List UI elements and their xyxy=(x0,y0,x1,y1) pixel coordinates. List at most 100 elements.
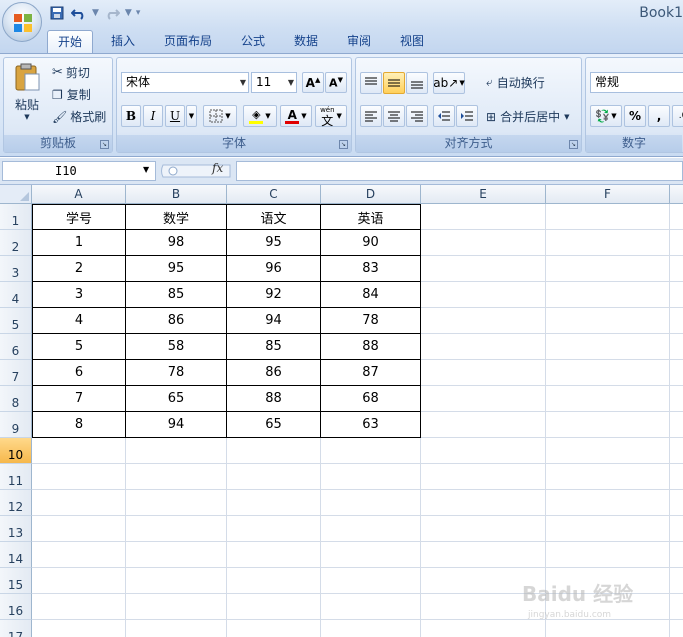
copy-button[interactable]: ❐ 复制 xyxy=(52,86,91,103)
row-header-13[interactable]: 13 xyxy=(0,516,32,542)
cell-filler[interactable] xyxy=(670,516,683,542)
tab-review[interactable]: 审阅 xyxy=(337,30,381,53)
align-center-button[interactable] xyxy=(383,105,405,127)
row-header-11[interactable]: 11 xyxy=(0,464,32,490)
cell-c17[interactable] xyxy=(227,620,321,637)
cell-d1[interactable]: 英语 xyxy=(321,204,421,230)
font-name-combo[interactable]: 宋体 ▼ xyxy=(121,72,249,93)
cell-f9[interactable] xyxy=(546,412,670,438)
cell-e11[interactable] xyxy=(421,464,546,490)
cell-f13[interactable] xyxy=(546,516,670,542)
bold-button[interactable]: B xyxy=(121,105,141,127)
cell-c8[interactable]: 88 xyxy=(227,386,321,412)
row-header-14[interactable]: 14 xyxy=(0,542,32,568)
cell-filler[interactable] xyxy=(670,334,683,360)
cell-e3[interactable] xyxy=(421,256,546,282)
row-header-4[interactable]: 4 xyxy=(0,282,32,308)
cell-f14[interactable] xyxy=(546,542,670,568)
row-header-5[interactable]: 5 xyxy=(0,308,32,334)
italic-button[interactable]: I xyxy=(143,105,163,127)
cell-b9[interactable]: 94 xyxy=(126,412,227,438)
cell-d2[interactable]: 90 xyxy=(321,230,421,256)
font-size-combo[interactable]: 11 ▼ xyxy=(251,72,297,93)
accounting-format-button[interactable]: 💱 ▼ xyxy=(590,105,622,127)
cell-e10[interactable] xyxy=(421,438,546,464)
column-header-b[interactable]: B xyxy=(126,185,227,204)
row-header-6[interactable]: 6 xyxy=(0,334,32,360)
cell-a11[interactable] xyxy=(32,464,126,490)
save-icon[interactable] xyxy=(48,4,66,22)
comma-style-button[interactable]: , xyxy=(648,105,670,127)
cell-d17[interactable] xyxy=(321,620,421,637)
underline-button[interactable]: U xyxy=(165,105,185,127)
cell-c5[interactable]: 94 xyxy=(227,308,321,334)
cell-a16[interactable] xyxy=(32,594,126,620)
cell-d7[interactable]: 87 xyxy=(321,360,421,386)
cell-f5[interactable] xyxy=(546,308,670,334)
column-header-d[interactable]: D xyxy=(321,185,421,204)
cell-c12[interactable] xyxy=(227,490,321,516)
cell-b8[interactable]: 65 xyxy=(126,386,227,412)
shrink-font-button[interactable]: A▼ xyxy=(325,72,347,93)
font-launcher-icon[interactable]: ↘ xyxy=(339,140,348,149)
cell-c13[interactable] xyxy=(227,516,321,542)
cell-d14[interactable] xyxy=(321,542,421,568)
merge-center-button[interactable]: ⊞ 合并后居中 ▼ xyxy=(486,108,569,125)
cell-a15[interactable] xyxy=(32,568,126,594)
cell-d13[interactable] xyxy=(321,516,421,542)
cell-a1[interactable]: 学号 xyxy=(32,204,126,230)
cell-e7[interactable] xyxy=(421,360,546,386)
row-header-2[interactable]: 2 xyxy=(0,230,32,256)
cell-d8[interactable]: 68 xyxy=(321,386,421,412)
cell-c7[interactable]: 86 xyxy=(227,360,321,386)
align-right-button[interactable] xyxy=(406,105,428,127)
cell-a10[interactable] xyxy=(32,438,126,464)
clipboard-launcher-icon[interactable]: ↘ xyxy=(100,140,109,149)
cell-a17[interactable] xyxy=(32,620,126,637)
row-header-10[interactable]: 10 xyxy=(0,438,32,464)
row-header-1[interactable]: 1 xyxy=(0,204,32,230)
cell-d9[interactable]: 63 xyxy=(321,412,421,438)
cell-b17[interactable] xyxy=(126,620,227,637)
number-format-combo[interactable]: 常规 xyxy=(590,72,683,93)
cell-a9[interactable]: 8 xyxy=(32,412,126,438)
cell-f7[interactable] xyxy=(546,360,670,386)
cell-e6[interactable] xyxy=(421,334,546,360)
cell-b3[interactable]: 95 xyxy=(126,256,227,282)
cell-f4[interactable] xyxy=(546,282,670,308)
cell-e13[interactable] xyxy=(421,516,546,542)
cell-filler[interactable] xyxy=(670,256,683,282)
tab-insert[interactable]: 插入 xyxy=(100,30,146,53)
cell-a14[interactable] xyxy=(32,542,126,568)
row-header-15[interactable]: 15 xyxy=(0,568,32,594)
cell-filler[interactable] xyxy=(670,282,683,308)
cell-b4[interactable]: 85 xyxy=(126,282,227,308)
cell-e5[interactable] xyxy=(421,308,546,334)
cell-c14[interactable] xyxy=(227,542,321,568)
cell-a2[interactable]: 1 xyxy=(32,230,126,256)
increase-decimal-button[interactable]: .0 xyxy=(672,105,683,127)
row-header-3[interactable]: 3 xyxy=(0,256,32,282)
align-middle-button[interactable] xyxy=(383,72,405,94)
cell-f2[interactable] xyxy=(546,230,670,256)
cell-b12[interactable] xyxy=(126,490,227,516)
cell-c11[interactable] xyxy=(227,464,321,490)
cell-f6[interactable] xyxy=(546,334,670,360)
wrap-text-button[interactable]: ⤶ 自动换行 xyxy=(486,74,545,91)
row-header-7[interactable]: 7 xyxy=(0,360,32,386)
cell-a4[interactable]: 3 xyxy=(32,282,126,308)
cell-d6[interactable]: 88 xyxy=(321,334,421,360)
cell-d12[interactable] xyxy=(321,490,421,516)
cell-filler[interactable] xyxy=(670,438,683,464)
row-header-12[interactable]: 12 xyxy=(0,490,32,516)
cell-e4[interactable] xyxy=(421,282,546,308)
cell-d5[interactable]: 78 xyxy=(321,308,421,334)
worksheet-grid[interactable]: ABCDEF 1 2 3 4 5 6 7 8 9 10 11 12 13 14 15 16 17 学号 数学 语文英… xyxy=(0,185,683,637)
tab-formulas[interactable]: 公式 xyxy=(231,30,275,53)
cell-b10[interactable] xyxy=(126,438,227,464)
cell-a6[interactable]: 5 xyxy=(32,334,126,360)
cell-b6[interactable]: 58 xyxy=(126,334,227,360)
column-header-c[interactable]: C xyxy=(227,185,321,204)
cell-b7[interactable]: 78 xyxy=(126,360,227,386)
name-box-dropdown-icon[interactable]: ▼ xyxy=(143,165,149,174)
